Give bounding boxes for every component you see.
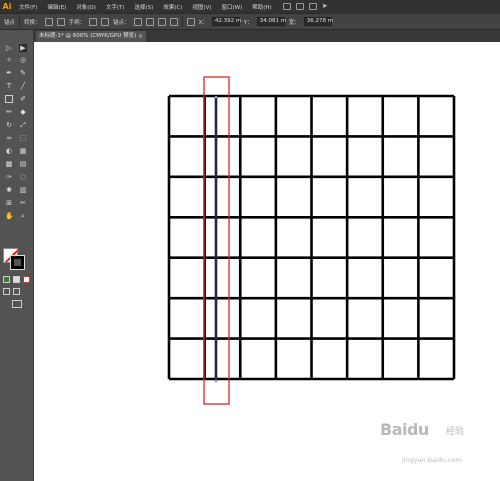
symbol-sprayer-icon[interactable]: ✺: [5, 186, 13, 194]
free-transform-icon[interactable]: ⬚: [19, 134, 27, 142]
workspace-icon[interactable]: [308, 3, 317, 10]
line-icon[interactable]: ╱: [19, 82, 27, 90]
curvature-icon[interactable]: ✎: [19, 69, 27, 77]
separator: [181, 16, 183, 27]
connect-anchor-icon[interactable]: [157, 17, 166, 26]
artboard-canvas[interactable]: [34, 42, 500, 481]
gradient-icon[interactable]: ▤: [19, 160, 27, 168]
rectangle-icon[interactable]: [5, 95, 13, 103]
bridge-icon[interactable]: [282, 3, 291, 10]
convert-smooth-icon[interactable]: [56, 17, 65, 26]
menu-object[interactable]: 对象(O): [71, 3, 101, 11]
menu-bar: Ai 文件(F) 编辑(E) 对象(O) 文字(T) 选择(S) 效果(C) 视…: [0, 0, 500, 13]
menu-view[interactable]: 视图(V): [187, 3, 216, 11]
menu-effect[interactable]: 效果(C): [158, 3, 187, 11]
handle-label: 手柄：: [68, 19, 86, 26]
scale-icon[interactable]: ⤢: [19, 121, 27, 129]
x-field[interactable]: 42.392 m: [211, 17, 241, 26]
separator: [19, 16, 21, 27]
remove-anchor-icon[interactable]: [133, 17, 142, 26]
convert-label: 转换：: [24, 19, 41, 26]
width-icon[interactable]: ≈: [5, 134, 13, 142]
paintbrush-icon[interactable]: ✐: [19, 95, 27, 103]
direct-selection-tool-icon[interactable]: ▶: [19, 44, 27, 52]
y-label: Y：: [243, 19, 253, 26]
mesh-icon[interactable]: ▩: [5, 160, 13, 168]
slice-icon[interactable]: ✂: [19, 199, 27, 207]
column-graph-icon[interactable]: ▥: [19, 186, 27, 194]
color-mode-icon[interactable]: [3, 276, 10, 283]
draw-normal-icon[interactable]: [3, 288, 10, 295]
anchor-point-bottom[interactable]: [214, 379, 218, 383]
watermark: Baidu 经验 jingyan.baidu.com: [380, 420, 490, 470]
eraser-icon[interactable]: ◆: [19, 108, 27, 116]
stroke-swatch[interactable]: [10, 255, 25, 270]
convert-corner-icon[interactable]: [44, 17, 53, 26]
anchor-point-top[interactable]: [214, 95, 218, 99]
menu-help[interactable]: 帮助(H): [247, 3, 276, 11]
blend-icon[interactable]: ◌: [19, 173, 27, 181]
y-field[interactable]: 34.081 m: [256, 17, 286, 26]
stroke-swatch-inner: [14, 259, 21, 266]
rotate-icon[interactable]: ↻: [5, 121, 13, 129]
show-handles-icon[interactable]: [89, 17, 98, 26]
close-icon[interactable]: ×: [138, 31, 143, 42]
eyedropper-icon[interactable]: ✑: [5, 173, 13, 181]
watermark-url: jingyan.baidu.com: [402, 456, 462, 464]
watermark-sub: 经验: [446, 427, 465, 437]
draw-behind-icon[interactable]: [13, 288, 20, 295]
menu-edit[interactable]: 编辑(E): [42, 3, 71, 11]
magic-wand-icon[interactable]: ✧: [5, 56, 13, 64]
arrange-documents-icon[interactable]: [295, 3, 304, 10]
document-tab-title: 未标题-1* @ 600% (CMYK/GPU 预览): [39, 33, 137, 39]
pen-icon[interactable]: ✒: [5, 69, 13, 77]
control-bar: 锚点 转换： 手柄： 锚点： X： 42.392 m Y： 34.081 m 宽…: [0, 13, 500, 30]
menu-select[interactable]: 选择(S): [130, 3, 159, 11]
menu-file[interactable]: 文件(F): [14, 3, 42, 11]
hand-icon[interactable]: ✋: [5, 212, 14, 220]
anchor-label: 锚点: [4, 19, 16, 26]
grid: [167, 94, 456, 381]
pencil-icon[interactable]: ✏: [5, 108, 13, 116]
document-tab-bar: 未标题-1* @ 600% (CMYK/GPU 预览) ×: [34, 30, 500, 42]
shape-builder-icon[interactable]: ◐: [5, 147, 13, 155]
none-mode-icon[interactable]: [23, 276, 30, 283]
isolate-icon[interactable]: [169, 17, 178, 26]
lasso-icon[interactable]: ◎: [19, 56, 27, 64]
menu-type[interactable]: 文字(T): [101, 3, 130, 11]
gradient-mode-icon[interactable]: [13, 276, 20, 283]
type-icon[interactable]: T: [5, 82, 13, 90]
screen-mode-icon[interactable]: [12, 300, 22, 308]
hide-handles-icon[interactable]: [101, 17, 110, 26]
watermark-brand: Baidu: [380, 420, 429, 439]
x-label: X：: [198, 19, 208, 26]
tools-panel: ▷ ▶ ✧ ◎ ✒ ✎ T ╱ ✐ ✏ ◆ ↻ ⤢ ≈ ⬚ ◐ ▦ ▩ ▤ ✑ …: [0, 30, 34, 481]
artboard-icon[interactable]: ⊞: [5, 199, 13, 207]
app-logo: Ai: [2, 2, 12, 11]
menu-window[interactable]: 窗口(W): [217, 3, 248, 11]
grid-drawing: [167, 76, 456, 405]
cut-path-icon[interactable]: [145, 17, 154, 26]
anchor-label-2: 锚点：: [113, 19, 130, 26]
w-label: 宽：: [288, 19, 300, 26]
selection-tool-icon[interactable]: ▷: [5, 44, 13, 52]
align-icon[interactable]: [186, 17, 195, 26]
send-icon[interactable]: ➤: [322, 3, 330, 10]
w-field[interactable]: 36.278 m: [303, 17, 333, 26]
perspective-icon[interactable]: ▦: [19, 147, 27, 155]
zoom-icon[interactable]: ⌕: [19, 212, 27, 220]
document-tab[interactable]: 未标题-1* @ 600% (CMYK/GPU 预览) ×: [36, 31, 146, 42]
